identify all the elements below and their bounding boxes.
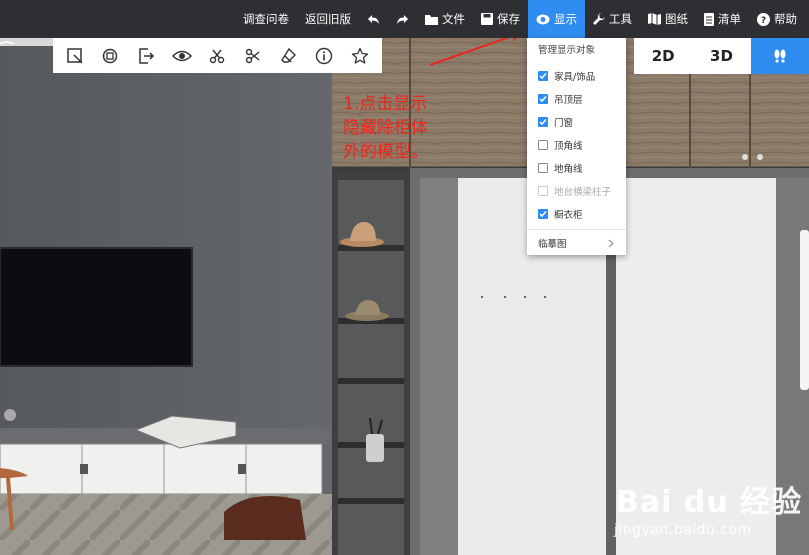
cut-icon bbox=[210, 49, 225, 63]
list-menu[interactable]: 清单 bbox=[696, 0, 749, 38]
menu-item-furniture[interactable]: 家具/饰品 bbox=[527, 64, 626, 87]
survey-label: 调查问卷 bbox=[243, 12, 289, 26]
file-menu-label: 文件 bbox=[442, 12, 465, 26]
edit-toolbar bbox=[53, 38, 382, 73]
split-icon bbox=[245, 48, 260, 63]
checkbox-crown-molding[interactable] bbox=[538, 139, 548, 150]
menu-item-label: 临摹图 bbox=[538, 239, 567, 250]
menu-item-label: 顶角线 bbox=[554, 140, 583, 152]
split-tool[interactable] bbox=[242, 45, 264, 67]
footprints-icon bbox=[774, 49, 786, 63]
checkbox-baseboard[interactable] bbox=[538, 162, 548, 173]
view-3d-button[interactable]: 3D bbox=[692, 38, 750, 74]
instruction-annotation: 1.点击显示 隐藏除柜体 外的模型。 bbox=[343, 92, 453, 164]
walkthrough-button[interactable] bbox=[750, 38, 809, 74]
save-button[interactable]: 保存 bbox=[473, 0, 528, 38]
info-tool[interactable] bbox=[313, 45, 335, 67]
menu-item-label: 地角线 bbox=[554, 163, 583, 175]
chevron-right-icon bbox=[608, 239, 614, 247]
visibility-tool[interactable] bbox=[171, 45, 193, 67]
drawings-menu-label: 图纸 bbox=[665, 12, 688, 26]
select-box-tool[interactable] bbox=[64, 45, 86, 67]
display-menu-label: 显示 bbox=[554, 12, 577, 26]
file-menu[interactable]: 文件 bbox=[417, 0, 473, 38]
display-dropdown-menu: 管理显示对象 家具/饰品 吊顶层 门窗 顶角线 地角线 地台横梁柱子 橱衣柜 临… bbox=[527, 38, 626, 255]
menu-item-crown-molding[interactable]: 顶角线 bbox=[527, 133, 626, 156]
view-2d-button[interactable]: 2D bbox=[634, 38, 692, 74]
info-icon bbox=[316, 47, 333, 64]
list-menu-label: 清单 bbox=[718, 12, 741, 26]
undo-button[interactable] bbox=[359, 0, 388, 38]
menu-item-label: 吊顶层 bbox=[554, 94, 583, 106]
annotation-line: 外的模型。 bbox=[343, 142, 428, 162]
undo-icon bbox=[368, 14, 379, 24]
star-icon bbox=[351, 47, 369, 64]
annotation-line: 1.点击显示 bbox=[343, 94, 428, 114]
watermark-brand: Bai du 经验 bbox=[616, 485, 803, 520]
help-menu[interactable]: ? 帮助 bbox=[749, 0, 805, 38]
save-label: 保存 bbox=[497, 12, 520, 26]
wrench-icon bbox=[593, 13, 605, 25]
map-icon bbox=[648, 13, 661, 25]
svg-text:?: ? bbox=[761, 16, 766, 26]
menu-item-tracing[interactable]: 临摹图 bbox=[527, 230, 626, 256]
menu-item-label: 地台横梁柱子 bbox=[554, 186, 612, 198]
dropdown-header: 管理显示对象 bbox=[538, 45, 596, 56]
save-icon bbox=[481, 13, 493, 25]
annotation-line: 隐藏除柜体 bbox=[343, 118, 428, 138]
menu-item-cabinets[interactable]: 橱衣柜 bbox=[527, 202, 626, 225]
favorite-tool[interactable] bbox=[349, 45, 371, 67]
menu-item-ceiling[interactable]: 吊顶层 bbox=[527, 87, 626, 110]
exit-icon bbox=[139, 47, 155, 64]
menu-item-label: 门窗 bbox=[554, 117, 574, 129]
tools-menu[interactable]: 工具 bbox=[585, 0, 640, 38]
help-menu-label: 帮助 bbox=[774, 12, 797, 26]
rotate-icon bbox=[103, 48, 118, 63]
baidu-jingyan-watermark: Bai du 经验 jingyan.baidu.com bbox=[608, 467, 809, 555]
menu-item-baseboard[interactable]: 地角线 bbox=[527, 156, 626, 179]
checkbox-platform-beams bbox=[538, 185, 548, 196]
menu-item-label: 家具/饰品 bbox=[554, 71, 596, 83]
back-to-old-version-label: 返回旧版 bbox=[305, 12, 351, 26]
rotate-tool[interactable] bbox=[99, 45, 121, 67]
folder-icon bbox=[425, 14, 438, 25]
checkbox-ceiling[interactable] bbox=[538, 93, 548, 104]
display-menu-button[interactable]: 显示 bbox=[528, 0, 585, 38]
back-to-old-version-button[interactable]: 返回旧版 bbox=[297, 0, 359, 38]
help-icon: ? bbox=[757, 12, 770, 26]
menu-item-doors-windows[interactable]: 门窗 bbox=[527, 110, 626, 133]
exit-tool[interactable] bbox=[135, 45, 157, 67]
select-box-icon bbox=[67, 47, 83, 64]
redo-button[interactable] bbox=[388, 0, 417, 38]
drawings-menu[interactable]: 图纸 bbox=[640, 0, 696, 38]
view-mode-toggle: 2D 3D bbox=[634, 38, 809, 74]
watermark-url: jingyan.baidu.com bbox=[614, 522, 752, 538]
menu-item-platform-beams: 地台横梁柱子 bbox=[527, 179, 626, 202]
eye-icon bbox=[536, 14, 550, 24]
eye-icon bbox=[171, 50, 192, 61]
checkbox-doors-windows[interactable] bbox=[538, 116, 548, 127]
redo-icon bbox=[397, 14, 408, 24]
menu-item-label: 橱衣柜 bbox=[554, 209, 583, 221]
list-icon bbox=[704, 12, 714, 26]
eraser-icon bbox=[281, 47, 297, 63]
checkbox-cabinets[interactable] bbox=[538, 208, 548, 219]
checkbox-furniture[interactable] bbox=[538, 70, 548, 81]
survey-button[interactable]: 调查问卷 bbox=[235, 0, 297, 38]
eraser-tool[interactable] bbox=[278, 45, 300, 67]
tools-menu-label: 工具 bbox=[609, 12, 632, 26]
cut-tool[interactable] bbox=[206, 45, 228, 67]
top-menu-bar: 调查问卷 返回旧版 文件 保存 显示 工具 图纸 清单 ? 帮助 bbox=[0, 0, 809, 38]
